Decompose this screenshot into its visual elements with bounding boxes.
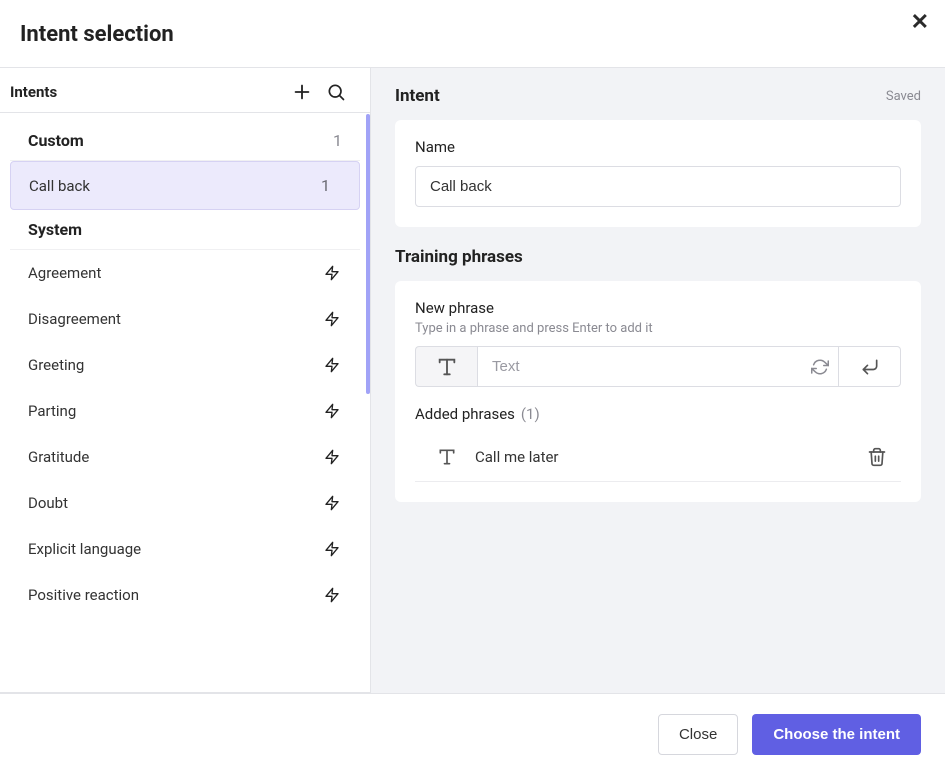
refresh-icon[interactable] <box>802 358 838 376</box>
sidebar-item-gratitude[interactable]: Gratitude <box>10 434 360 480</box>
sidebar-item-doubt[interactable]: Doubt <box>10 480 360 526</box>
added-phrase-text: Call me later <box>475 448 857 466</box>
added-phrases-label: Added phrases <box>415 405 515 423</box>
delete-phrase-button[interactable] <box>857 447 897 467</box>
bolt-icon <box>322 587 342 603</box>
sidebar-item-greeting[interactable]: Greeting <box>10 342 360 388</box>
name-card: Name <box>395 120 921 227</box>
sidebar-item-label: Call back <box>29 177 311 195</box>
search-intent-button[interactable] <box>322 78 350 106</box>
group-label: Custom <box>28 131 323 150</box>
modal-header: Intent selection <box>0 0 945 68</box>
add-intent-button[interactable] <box>288 78 316 106</box>
sidebar-item-call-back[interactable]: Call back 1 <box>10 161 360 210</box>
group-label: System <box>28 220 342 239</box>
sidebar-item-label: Greeting <box>28 356 312 374</box>
sidebar-item-label: Parting <box>28 402 312 420</box>
sidebar-title: Intents <box>10 83 282 101</box>
group-count: 1 <box>333 131 342 150</box>
phrase-type-toggle[interactable] <box>415 346 477 387</box>
training-phrases-heading: Training phrases <box>395 247 921 267</box>
sidebar-item-label: Positive reaction <box>28 586 312 604</box>
modal-title: Intent selection <box>20 22 925 47</box>
group-system-header: System <box>10 210 360 250</box>
intent-name-input[interactable] <box>415 166 901 207</box>
scrollbar[interactable] <box>366 114 370 394</box>
sidebar-item-label: Gratitude <box>28 448 312 466</box>
group-custom-header: Custom 1 <box>10 121 360 161</box>
save-status: Saved <box>886 89 921 104</box>
sidebar-item-parting[interactable]: Parting <box>10 388 360 434</box>
sidebar-item-label: Doubt <box>28 494 312 512</box>
bolt-icon <box>322 357 342 373</box>
close-button[interactable]: Close <box>658 714 738 755</box>
panel-title: Intent <box>395 86 886 106</box>
sidebar-item-disagreement[interactable]: Disagreement <box>10 296 360 342</box>
bolt-icon <box>322 495 342 511</box>
sidebar-item-count: 1 <box>321 176 341 195</box>
bolt-icon <box>322 449 342 465</box>
sidebar-item-explicit-language[interactable]: Explicit language <box>10 526 360 572</box>
bolt-icon <box>322 311 342 327</box>
added-phrase-row: Call me later <box>415 435 901 482</box>
close-icon[interactable]: ✕ <box>905 6 935 39</box>
added-phrases-count: (1) <box>521 405 540 423</box>
new-phrase-label: New phrase <box>415 299 901 317</box>
training-phrases-card: New phrase Type in a phrase and press En… <box>395 281 921 502</box>
name-label: Name <box>415 138 901 156</box>
sidebar-item-label: Disagreement <box>28 310 312 328</box>
choose-intent-button[interactable]: Choose the intent <box>752 714 921 755</box>
submit-phrase-button[interactable] <box>839 346 901 387</box>
text-type-icon <box>419 447 475 467</box>
bolt-icon <box>322 541 342 557</box>
bolt-icon <box>322 265 342 281</box>
sidebar-item-positive-reaction[interactable]: Positive reaction <box>10 572 360 618</box>
bolt-icon <box>322 403 342 419</box>
sidebar-item-agreement[interactable]: Agreement <box>10 250 360 296</box>
sidebar-item-label: Agreement <box>28 264 312 282</box>
sidebar-item-label: Explicit language <box>28 540 312 558</box>
new-phrase-hint: Type in a phrase and press Enter to add … <box>415 321 901 336</box>
phrase-input[interactable] <box>478 347 802 386</box>
